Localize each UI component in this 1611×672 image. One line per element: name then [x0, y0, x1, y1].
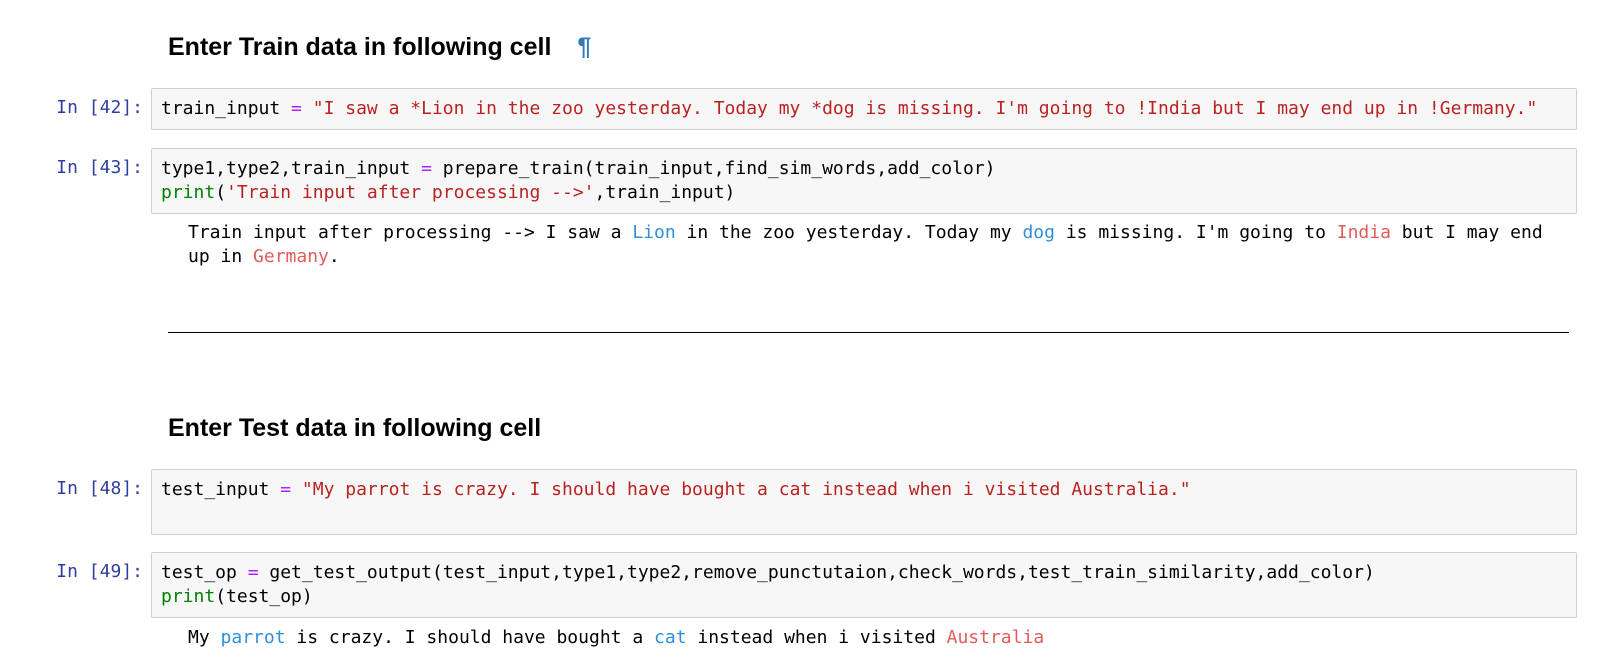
output-text: .: [328, 246, 340, 267]
code-line: type1,type2,train_input = prepare_train(…: [161, 157, 1567, 181]
code-token: "I saw a *Lion in the zoo yesterday. Tod…: [312, 98, 1538, 119]
code-token: =: [247, 562, 259, 583]
code-token: prepare_train(train_input,find_sim_words…: [431, 158, 996, 179]
output-text: instead when i visited: [686, 627, 947, 648]
code-token: (test_op): [215, 586, 313, 607]
cell-prompt-43: In [43]:: [56, 157, 143, 178]
pilcrow-anchor-icon[interactable]: ¶: [577, 33, 591, 61]
code-token: get_test_output(test_input,type1,type2,r…: [258, 562, 1375, 583]
output-text: in the zoo yesterday. Today my: [675, 222, 1023, 243]
highlighted-word: Australia: [946, 627, 1045, 648]
code-token: ,train_input): [594, 182, 736, 203]
code-token: (: [215, 182, 227, 203]
code-line: print('Train input after processing -->'…: [161, 181, 1567, 205]
output-text: is crazy. I should have bought a: [285, 627, 655, 648]
code-token: =: [291, 98, 302, 119]
output-text: My: [188, 627, 221, 648]
code-line: test_input = "My parrot is crazy. I shou…: [161, 478, 1567, 502]
highlighted-word: parrot: [220, 627, 286, 648]
highlighted-word: Lion: [632, 222, 676, 243]
train-heading-text: Enter Train data in following cell: [168, 33, 552, 61]
code-token: =: [421, 158, 432, 179]
code-line: train_input = "I saw a *Lion in the zoo …: [161, 97, 1567, 121]
test-heading-text: Enter Test data in following cell: [168, 414, 542, 442]
code-token: 'Train input after processing -->': [226, 182, 595, 203]
highlighted-word: India: [1336, 222, 1391, 243]
code-token: type1,type2,train_input: [161, 158, 422, 179]
code-cell-prepare-train[interactable]: type1,type2,train_input = prepare_train(…: [151, 148, 1577, 214]
code-line: print(test_op): [161, 585, 1567, 609]
code-cell-train-input[interactable]: train_input = "I saw a *Lion in the zoo …: [151, 88, 1577, 130]
cell-prompt-42: In [42]:: [56, 97, 143, 118]
highlighted-word: dog: [1022, 222, 1055, 243]
code-cell-test-output[interactable]: test_op = get_test_output(test_input,typ…: [151, 552, 1577, 618]
highlighted-word: Germany: [253, 246, 329, 267]
code-token: test_op: [161, 562, 248, 583]
code-token: print: [161, 182, 216, 203]
code-line: test_op = get_test_output(test_input,typ…: [161, 561, 1567, 585]
section-divider: [168, 332, 1569, 333]
test-section-heading: Enter Test data in following cell: [168, 413, 541, 443]
cell-prompt-49: In [49]:: [56, 561, 143, 582]
code-token: "My parrot is crazy. I should have bough…: [301, 479, 1191, 500]
highlighted-word: cat: [654, 627, 687, 648]
output-text: Train input after processing --> I saw a: [188, 222, 633, 243]
train-section-heading: Enter Train data in following cell ¶: [168, 32, 591, 62]
code-token: =: [280, 479, 292, 500]
code-token: print: [161, 586, 216, 607]
output-text: is missing. I'm going to: [1054, 222, 1337, 243]
code-token: test_input: [161, 479, 281, 500]
cell-output-train: Train input after processing --> I saw a…: [188, 221, 1568, 269]
code-cell-test-input[interactable]: test_input = "My parrot is crazy. I shou…: [151, 469, 1577, 535]
code-token: train_input: [161, 98, 292, 119]
cell-prompt-48: In [48]:: [56, 478, 143, 499]
cell-output-test: My parrot is crazy. I should have bought…: [188, 626, 1568, 650]
